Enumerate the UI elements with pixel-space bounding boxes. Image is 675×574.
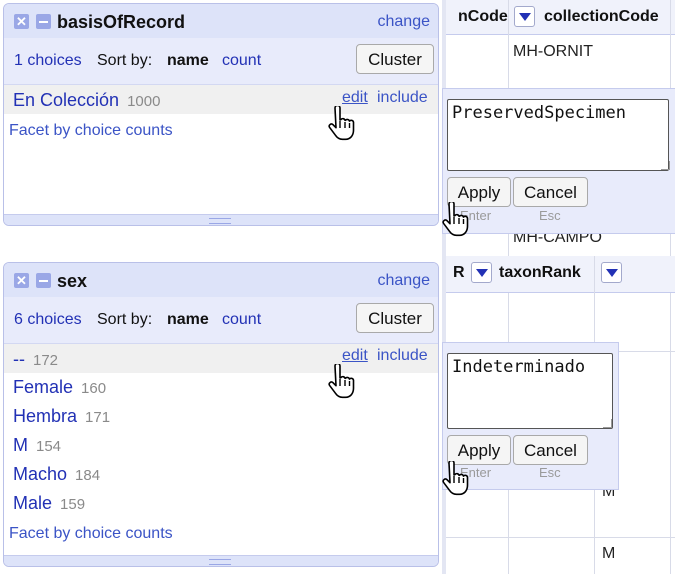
facet-by-choice-counts-link[interactable]: Facet by choice counts xyxy=(9,122,173,140)
hand-pointer-icon xyxy=(328,106,355,141)
cancel-shortcut-hint: Esc xyxy=(539,465,561,480)
facet-choice-row[interactable]: Female 160 xyxy=(4,374,438,403)
facet-title: sex xyxy=(57,271,88,291)
change-link[interactable]: change xyxy=(378,13,431,31)
facet-controls: 1 choices Sort by: name count Cluster xyxy=(4,38,438,85)
include-link[interactable]: include xyxy=(377,347,428,365)
chevron-down-icon[interactable] xyxy=(601,262,622,283)
facet-resize-handle[interactable] xyxy=(4,555,438,566)
choice-name[interactable]: Macho 184 xyxy=(13,464,100,485)
choice-count: 184 xyxy=(75,467,101,484)
choice-name[interactable]: Hembra 171 xyxy=(13,406,110,427)
minus-icon[interactable] xyxy=(36,14,51,29)
choice-count: 171 xyxy=(85,409,111,426)
column-header-partial[interactable]: nCode xyxy=(458,8,508,26)
facet-choice-row[interactable]: Hembra 171 xyxy=(4,403,438,432)
facet-choice-row[interactable]: Macho 184 xyxy=(4,461,438,490)
edit-value-textarea[interactable]: PreservedSpecimen xyxy=(447,99,669,171)
column-header-taxonrank[interactable]: taxonRank xyxy=(499,264,581,282)
resize-grip-icon[interactable] xyxy=(661,161,670,170)
facet-controls: 6 choices Sort by: name count Cluster xyxy=(4,297,438,344)
sort-by-label: Sort by: xyxy=(97,52,153,69)
facet-resize-handle[interactable] xyxy=(4,214,438,225)
edit-value-textarea[interactable]: Indeterminado xyxy=(447,353,613,429)
close-icon[interactable]: ✕ xyxy=(14,273,29,288)
choice-count: 172 xyxy=(33,352,59,369)
cancel-button[interactable]: Cancel xyxy=(513,177,588,207)
grid-cell: MH-ORNIT xyxy=(513,43,593,60)
choices-count: 6 choices xyxy=(14,311,82,328)
choice-name[interactable]: Male 159 xyxy=(13,493,85,514)
cluster-button[interactable]: Cluster xyxy=(356,44,434,74)
change-link[interactable]: change xyxy=(378,272,431,290)
column-header-collectioncode[interactable]: collectionCode xyxy=(544,8,659,26)
chevron-down-icon[interactable] xyxy=(514,6,535,27)
grid-cell: M xyxy=(602,545,616,562)
include-link[interactable]: include xyxy=(377,89,428,107)
cancel-button[interactable]: Cancel xyxy=(513,435,588,465)
edit-value-popup: PreservedSpecimen Apply Cancel Enter Esc xyxy=(442,88,675,234)
facet-choice-row[interactable]: Male 159 xyxy=(4,490,438,519)
choice-name[interactable]: -- 172 xyxy=(13,349,58,370)
choice-name[interactable]: En Colección 1000 xyxy=(13,90,160,111)
facet-choice-row[interactable]: En Colección 1000 edit include xyxy=(4,85,438,114)
facet-sex: ✕ sex change 6 choices Sort by: name cou… xyxy=(3,262,439,567)
sort-count-option[interactable]: count xyxy=(222,52,261,70)
hand-pointer-icon xyxy=(442,461,469,496)
choice-count: 1000 xyxy=(127,93,161,110)
facet-header: ✕ basisOfRecord change xyxy=(4,4,438,39)
facet-header: ✕ sex change xyxy=(4,263,438,298)
choice-count: 160 xyxy=(81,380,107,397)
cancel-shortcut-hint: Esc xyxy=(539,208,561,223)
choices-count: 1 choices xyxy=(14,52,82,69)
facet-title: basisOfRecord xyxy=(57,12,186,32)
facet-choice-row[interactable]: -- 172 edit include xyxy=(4,344,438,373)
choice-count: 159 xyxy=(60,496,86,513)
close-icon[interactable]: ✕ xyxy=(14,14,29,29)
facet-basisofrecord: ✕ basisOfRecord change 1 choices Sort by… xyxy=(3,3,439,226)
choice-count: 154 xyxy=(36,438,62,455)
grid-row-line xyxy=(446,537,675,538)
column-header-partial[interactable]: R xyxy=(453,264,465,282)
sort-count-option[interactable]: count xyxy=(222,311,261,329)
choice-name[interactable]: M 154 xyxy=(13,435,61,456)
facet-choice-row[interactable]: M 154 xyxy=(4,432,438,461)
resize-grip-icon[interactable] xyxy=(603,419,612,428)
hand-pointer-icon xyxy=(328,364,355,399)
hand-pointer-icon xyxy=(442,202,469,237)
cluster-button[interactable]: Cluster xyxy=(356,303,434,333)
sort-name-option[interactable]: name xyxy=(167,311,209,329)
chevron-down-icon[interactable] xyxy=(471,262,492,283)
facet-by-choice-counts-link[interactable]: Facet by choice counts xyxy=(9,525,173,543)
edit-link[interactable]: edit xyxy=(342,89,368,107)
choice-name[interactable]: Female 160 xyxy=(13,377,106,398)
sort-by-label: Sort by: xyxy=(97,311,153,328)
sort-name-option[interactable]: name xyxy=(167,52,209,70)
edit-link[interactable]: edit xyxy=(342,347,368,365)
minus-icon[interactable] xyxy=(36,273,51,288)
